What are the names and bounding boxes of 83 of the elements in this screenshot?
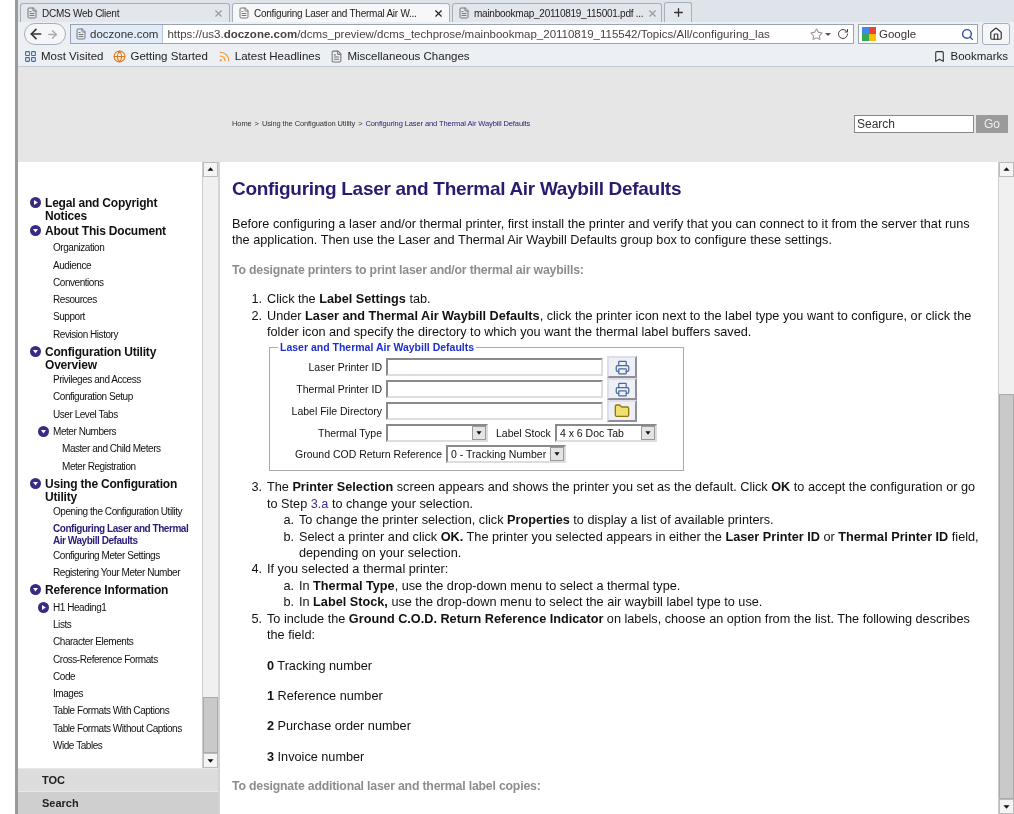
sidebar-tab[interactable]: Search (18, 791, 218, 814)
toc-link[interactable]: Conventions (53, 274, 104, 290)
dropdown[interactable]: 4 x 6 Doc Tab (554, 423, 657, 442)
substep-text: In Label Stock, use the drop-down menu to select the air waybill label type to use. (299, 594, 764, 611)
step-text: If you selected a thermal printer: (267, 561, 450, 578)
toc-link[interactable]: Images (53, 686, 84, 701)
toc-link[interactable]: Configuration Utility Overview (45, 344, 202, 373)
list-number: 3. (250, 479, 263, 497)
toc-link[interactable]: Meter Registration (62, 458, 136, 473)
sidebar-tab[interactable]: TOC (18, 768, 218, 791)
bookmark-link[interactable]: Getting Started (130, 50, 208, 62)
toc-link[interactable]: Character Elements (53, 634, 134, 649)
list-letter: b. (282, 594, 295, 611)
toc-link[interactable]: Registering Your Meter Number (53, 565, 181, 580)
substep-text: To change the printer selection, click Properties to display a list of available printers. (299, 512, 775, 529)
toc-link[interactable]: Legal and Copyright Notices (45, 195, 202, 223)
toc-link[interactable]: User Level Tabs (53, 406, 118, 421)
search-placeholder: Google (879, 28, 918, 40)
bookmarks-menu[interactable]: Bookmarks (950, 50, 1008, 62)
list-number: 4. (250, 561, 263, 579)
toc-link[interactable]: Meter Numbers (53, 423, 117, 439)
toc-link[interactable]: Opening the Configuration Utility (53, 503, 183, 519)
bookmark-link[interactable]: Miscellaneous Changes (347, 50, 470, 62)
toc-link[interactable]: Reference Information (45, 582, 169, 598)
list-letter: a. (282, 512, 295, 529)
toc-link[interactable]: Configuring Meter Settings (53, 547, 160, 563)
list-number: 2. (250, 307, 263, 325)
substep-text: In Thermal Type, use the drop-down menu to select a thermal type. (299, 577, 682, 595)
group-box-title: Laser and Thermal Air Waybill Defaults (279, 340, 476, 355)
toc-link[interactable]: Lists (53, 616, 72, 632)
field-label: Ground COD Return Reference (294, 446, 443, 461)
url-text: https://us3.doczone.com/dcms_preview/dcms_techprose/mainbookmap_20110819_115542/Topics/All/configuring_las (166, 28, 771, 40)
substep-text: Select a printer and click OK. The printer you selected appears in either the Laser Printer ID or Thermal Printer ID field, depending on your selection. (299, 528, 980, 562)
address-bar[interactable]: doczone.com https://us3.doczone.com/dcms_preview/dcms_techprose/mainbookmap_20110819_115542/Topics/All/configuring_las (70, 24, 854, 44)
bookmark-link[interactable]: Most Visited (41, 50, 104, 62)
step-text: To include the Ground C.O.D. Return Reference Indicator on labels, choose an option from the list. The following describes the field: (267, 610, 971, 644)
dropdown-value: 0 - Tracking Number (451, 446, 547, 461)
dropdown-value: 4 x 6 Doc Tab (559, 425, 624, 440)
intro-paragraph: Before configuring a laser and/or thermal printer, first install the printer and verify that you can connect to it from the server that runs the application. Then use the Laser and Thermal Air Waybill Defaults group box to configure these settings. (232, 216, 971, 249)
procedure-heading: To designate printers to print laser and/or thermal air waybills: (232, 261, 585, 279)
field-label: Thermal Printer ID (295, 382, 382, 397)
step-text: Click the Label Settings tab. (267, 291, 432, 308)
toc-link[interactable]: Support (53, 309, 85, 324)
procedure-heading: To designate additional laser and thermal label copies: (232, 778, 542, 795)
toc-link[interactable]: Organization (53, 240, 105, 255)
page-title: Configuring Laser and Thermal Air Waybill Defaults (232, 177, 683, 201)
option-description: 1 Reference number (267, 687, 384, 705)
browser-tab[interactable]: Configuring Laser and Thermal Air W... (232, 3, 450, 22)
toc-link[interactable]: Configuration Setup (53, 389, 133, 404)
option-description: 2 Purchase order number (267, 718, 412, 735)
list-letter: a. (282, 577, 295, 595)
field-label: Label File Directory (290, 404, 382, 419)
toc-link[interactable]: H1 Heading1 (53, 599, 107, 614)
toc-link[interactable]: Revision History (53, 326, 119, 342)
browser-tab[interactable]: DCMS Web Client (20, 3, 230, 22)
toc-link[interactable]: Table Formats Without Captions (53, 720, 182, 735)
toc-link[interactable]: Using the Configuration Utility (45, 475, 202, 504)
toc-link[interactable]: Privileges and Access (53, 372, 141, 387)
toc-link[interactable]: Audience (53, 257, 92, 272)
toc-link[interactable]: Table Formats With Captions (53, 703, 170, 718)
toc-link[interactable]: Master and Child Meters (62, 441, 161, 456)
field-label: Label Stock (495, 425, 551, 440)
field-label: Thermal Type (317, 425, 382, 440)
toc-link[interactable]: About This Document (45, 223, 166, 238)
toc-link[interactable]: Code (53, 668, 76, 684)
bookmark-link[interactable]: Latest Headlines (234, 50, 321, 62)
search-field[interactable]: Search (854, 114, 974, 133)
toc-link[interactable]: Cross-Reference Formats (53, 651, 158, 666)
option-description: 3 Invoice number (267, 748, 366, 766)
list-letter: b. (282, 528, 295, 546)
list-number: 1. (250, 291, 263, 308)
list-number: 5. (250, 610, 263, 628)
dropdown[interactable]: 0 - Tracking Number (446, 444, 567, 463)
step-text: The Printer Selection screen appears and shows the printer you set as the default. Click OK to accept the configuration or go to Step 3.a to change your selection. (267, 479, 977, 513)
field-label: Laser Printer ID (307, 360, 382, 375)
search-field[interactable]: Google (858, 24, 978, 44)
toc-link[interactable]: Configuring Laser and Thermal Air Waybill Defaults (53, 521, 202, 548)
toc-link[interactable]: Resources (53, 292, 97, 307)
option-description: 0 Tracking number (267, 657, 374, 674)
step-link[interactable]: 3.a (310, 496, 329, 511)
browser-tab[interactable]: mainbookmap_20110819_115001.pdf ... (452, 3, 662, 22)
toc-link[interactable]: Wide Tables (53, 738, 103, 753)
step-text: Under Laser and Thermal Air Waybill Defaults, click the printer icon next to the label type you want to configure, or click the folder icon and specify the directory to which you want the thermal label buffers saved. (267, 307, 973, 341)
